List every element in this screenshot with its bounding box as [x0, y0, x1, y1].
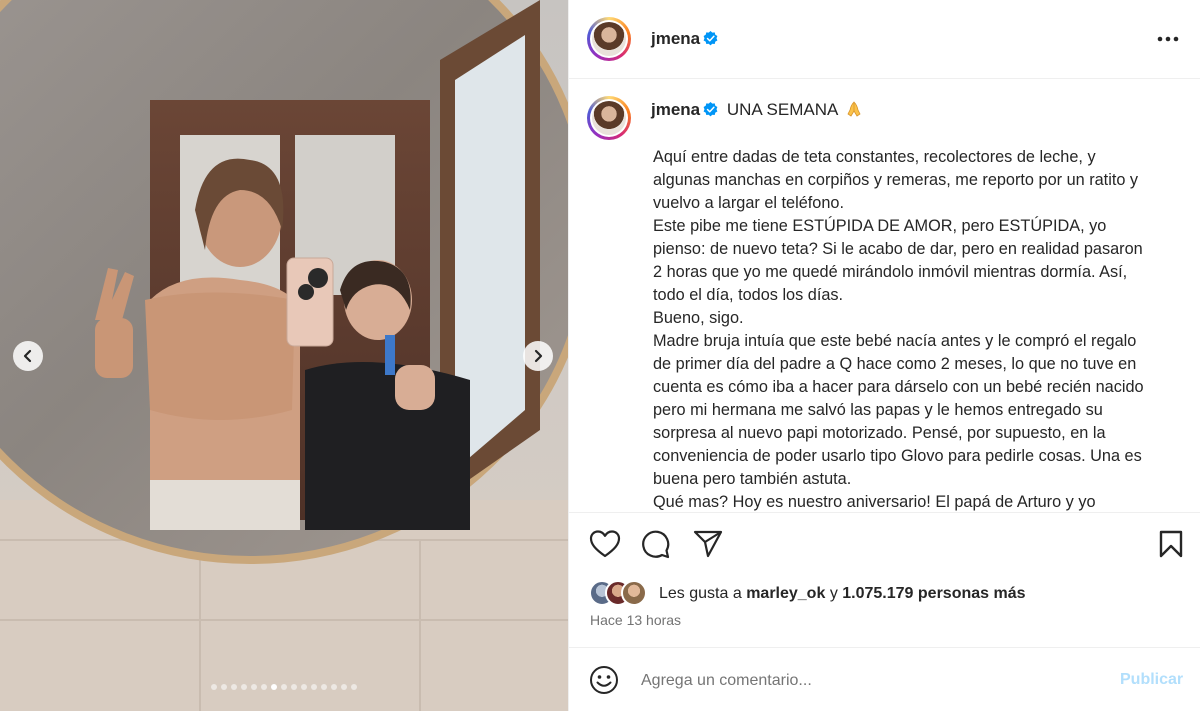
post-header: jmena: [569, 0, 1200, 79]
carousel-dot: [271, 684, 277, 690]
save-button[interactable]: [1159, 530, 1183, 563]
post-panel: jmena jmena UNA SEMANA Aquí entre dadas …: [568, 0, 1200, 711]
post-timestamp[interactable]: Hace 13 horas: [590, 612, 681, 628]
post-media[interactable]: [0, 0, 568, 711]
more-icon: [1157, 36, 1179, 42]
emoji-icon: [590, 666, 618, 694]
carousel-dot: [281, 684, 287, 690]
likes-count[interactable]: 1.075.179 personas más: [842, 585, 1025, 602]
avatar[interactable]: [587, 17, 631, 61]
caption-paragraph: Aquí entre dadas de teta constantes, rec…: [653, 148, 1143, 212]
carousel-dot: [251, 684, 257, 690]
chevron-left-icon: [23, 349, 32, 363]
post-photo: [0, 0, 568, 711]
carousel-next-button[interactable]: [523, 341, 553, 371]
carousel-dot: [221, 684, 227, 690]
carousel-dot: [241, 684, 247, 690]
caption-title: UNA SEMANA: [726, 100, 838, 119]
carousel-dot: [331, 684, 337, 690]
verified-badge-icon: [703, 31, 718, 46]
more-options-button[interactable]: [1153, 29, 1183, 49]
caption-paragraph: Qué mas? Hoy es nuestro aniversario! El …: [653, 493, 1096, 511]
caption-username[interactable]: jmena: [651, 100, 700, 119]
carousel-indicator: [0, 684, 568, 690]
emoji-button[interactable]: [589, 665, 619, 700]
likes-connector: y: [829, 585, 838, 602]
share-button[interactable]: [693, 530, 723, 563]
carousel-dot: [211, 684, 217, 690]
chevron-right-icon: [534, 349, 543, 363]
carousel-dot: [301, 684, 307, 690]
carousel-dot: [321, 684, 327, 690]
carousel-dot: [291, 684, 297, 690]
praying-hands-emoji-icon: [845, 100, 863, 118]
header-username[interactable]: jmena: [651, 29, 700, 48]
likes-prefix: Les gusta a: [659, 585, 742, 602]
carousel-dot: [311, 684, 317, 690]
caption-text: Aquí entre dadas de teta constantes, rec…: [653, 146, 1153, 511]
carousel-prev-button[interactable]: [13, 341, 43, 371]
caption-avatar[interactable]: [587, 96, 631, 140]
comment-bar: Publicar: [569, 647, 1200, 712]
send-icon: [693, 530, 723, 558]
caption-paragraph: Madre bruja intuía que este bebé nacía a…: [653, 332, 1149, 488]
carousel-dot: [351, 684, 357, 690]
caption-paragraph: Bueno, sigo.: [653, 309, 744, 327]
like-button[interactable]: [589, 529, 621, 564]
comment-input[interactable]: [639, 666, 1093, 696]
publish-button[interactable]: Publicar: [1120, 671, 1183, 689]
caption-paragraph: Este pibe me tiene ESTÚPIDA DE AMOR, per…: [653, 217, 1148, 304]
carousel-dot: [341, 684, 347, 690]
likes-user[interactable]: marley_ok: [746, 585, 825, 602]
comment-icon: [642, 530, 670, 559]
carousel-dot: [231, 684, 237, 690]
heart-icon: [589, 530, 621, 558]
post-actions: Les gusta a marley_ok y 1.075.179 person…: [569, 512, 1200, 663]
likes-summary: Les gusta a marley_ok y 1.075.179 person…: [659, 585, 1026, 603]
caption-area: jmena UNA SEMANA Aquí entre dadas de tet…: [569, 79, 1200, 511]
verified-badge-icon: [703, 102, 718, 117]
carousel-dot: [261, 684, 267, 690]
comment-button[interactable]: [640, 529, 670, 564]
bookmark-icon: [1159, 530, 1183, 558]
